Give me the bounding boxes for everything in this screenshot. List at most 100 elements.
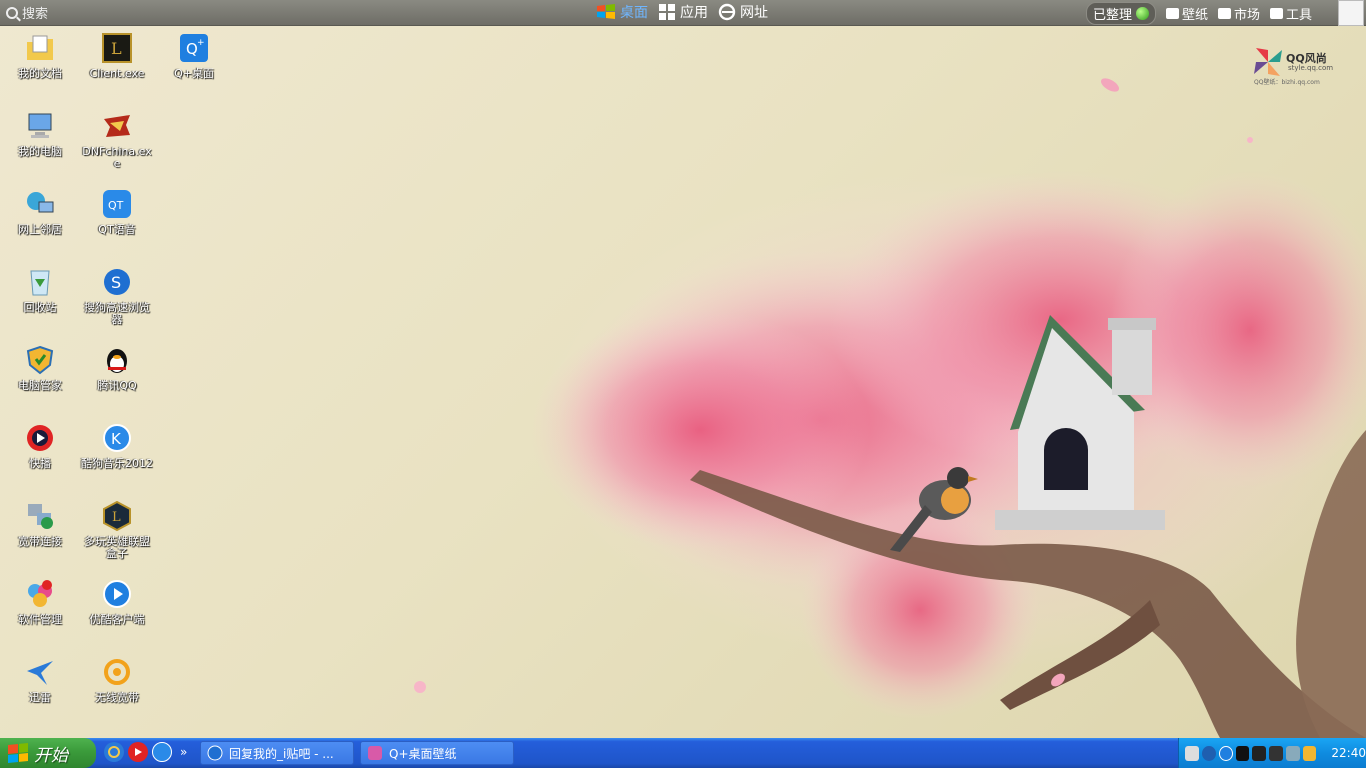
taskbar-item-browser[interactable]: 回复我的_i贴吧 - ...: [200, 741, 354, 765]
desktop-icon-thunder[interactable]: 迅雷: [0, 654, 80, 732]
desktop-icon-youku[interactable]: 优酷客户端: [77, 576, 157, 654]
desktop-icon-qq[interactable]: 腾讯QQ: [77, 342, 157, 420]
desktop-icon-qt-voice[interactable]: QT QT语音: [77, 186, 157, 264]
svg-text:L: L: [111, 39, 122, 58]
qq-tray-icon-2[interactable]: [1252, 745, 1267, 761]
tab-apps[interactable]: 应用: [658, 2, 708, 22]
broadband-icon: [24, 500, 56, 532]
recycle-bin-icon: [24, 266, 56, 298]
svg-text:QT: QT: [108, 199, 124, 212]
desktop-icon-qvod[interactable]: 快播: [0, 420, 80, 498]
computer-icon: [24, 110, 56, 142]
task-label: 回复我的_i贴吧 - ...: [229, 746, 334, 761]
desktop-icon-label: 我的电脑: [18, 145, 62, 158]
desktop-icon-label: 腾讯QQ: [97, 379, 137, 392]
quick-launch: »: [104, 742, 187, 762]
qvod-quicklaunch-icon[interactable]: [128, 742, 148, 762]
wallpaper: [0, 0, 1366, 738]
documents-folder-icon: [24, 32, 56, 64]
status-dot-icon: [1136, 7, 1150, 20]
start-button[interactable]: 开始: [0, 738, 96, 768]
wireless-icon: [101, 656, 133, 688]
desktop-icons-col1: 我的文档 我的电脑 网上邻居 回收站 电脑管家 快播 宽带连接 软件管理 迅雷: [0, 30, 80, 732]
svg-text:S: S: [111, 273, 121, 292]
kugou-tray-icon[interactable]: [1218, 745, 1233, 761]
windows-icon: [597, 4, 615, 19]
desktop-icon-label: Client.exe: [89, 67, 145, 80]
logo-url: style.qq.com: [1288, 64, 1334, 72]
desktop-icon-qplus[interactable]: Q + Q+桌面: [154, 30, 234, 108]
desktop-icon-label: 回收站: [23, 301, 57, 314]
software-manager-icon: [24, 578, 56, 610]
start-label: 开始: [34, 745, 68, 766]
tools-label: 工具: [1286, 8, 1313, 23]
lol-client-icon: L: [101, 32, 133, 64]
desktop-icon-dnf[interactable]: DNFchina.exe: [77, 108, 157, 186]
wallpaper-button[interactable]: 壁纸: [1166, 4, 1208, 23]
qplus-wallpaper-icon: [368, 746, 382, 760]
desktop-icon-label: 搜狗高速浏览器: [84, 301, 150, 326]
bag-icon: [1218, 8, 1232, 19]
desktop-icon-pc-manager[interactable]: 电脑管家: [0, 342, 80, 420]
ie-quicklaunch-icon[interactable]: [104, 742, 124, 762]
qq-tray-icon-3[interactable]: [1269, 745, 1283, 761]
svg-text:K: K: [111, 430, 122, 448]
organize-toggle[interactable]: 已整理: [1086, 2, 1157, 25]
desktop-icon-software-manager[interactable]: 软件管理: [0, 576, 80, 654]
desktop-icon-wireless[interactable]: 无线宽带: [77, 654, 157, 732]
shirt-icon: [1166, 8, 1180, 19]
qt-quicklaunch-icon[interactable]: [152, 742, 172, 762]
lol-box-icon: L: [101, 500, 133, 532]
chevron-left-icon[interactable]: [1201, 745, 1216, 761]
thunder-bird-icon: [24, 656, 56, 688]
desktop-icon-label: Q+桌面: [174, 67, 214, 80]
chevron-right-icon[interactable]: »: [180, 745, 187, 759]
tab-websites[interactable]: 网址: [718, 2, 768, 22]
desktop-icon-label: 多玩英雄联盟盒子: [84, 535, 150, 560]
desktop-icon-kugou[interactable]: K 酷狗音乐2012: [77, 420, 157, 498]
avatar[interactable]: [1338, 0, 1364, 26]
qq-tray-icon[interactable]: [1235, 745, 1250, 761]
grid-icon: [659, 4, 675, 20]
taskbar-item-wallpaper[interactable]: Q+桌面壁纸: [360, 741, 514, 765]
desktop-icon-label: 优酷客户端: [89, 613, 145, 626]
desktop-icon-my-computer[interactable]: 我的电脑: [0, 108, 80, 186]
pinwheel-logo-icon: [1254, 48, 1282, 76]
desktop-icon-label: QT语音: [98, 223, 136, 236]
tab-websites-label: 网址: [740, 5, 768, 21]
desktop-icon-broadband[interactable]: 宽带连接: [0, 498, 80, 576]
desktop-icon-label: 电脑管家: [18, 379, 62, 392]
desktop-icon-label: 宽带连接: [18, 535, 62, 548]
shield-tray-icon[interactable]: [1302, 745, 1317, 761]
search-box[interactable]: 搜索: [6, 3, 48, 22]
qq-penguin-icon: [101, 344, 133, 376]
qt-voice-icon: QT: [101, 188, 133, 220]
search-icon: [6, 6, 18, 19]
view-tabs: 桌面 应用 网址: [596, 2, 768, 22]
tools-button[interactable]: 工具: [1270, 4, 1312, 23]
desktop-icon-lol-box[interactable]: L 多玩英雄联盟盒子: [77, 498, 157, 576]
right-tools: 已整理 壁纸 市场 工具: [1086, 2, 1312, 25]
shield-icon: [24, 344, 56, 376]
keyboard-icon[interactable]: [1185, 745, 1199, 761]
desktop-icons-col2: L Client.exe DNFchina.exe QT QT语音 S 搜狗高速…: [77, 30, 157, 732]
logo-sub: QQ壁纸：bizhi.qq.com: [1254, 79, 1320, 86]
task-label: Q+桌面壁纸: [389, 746, 457, 761]
desktop-icon-network[interactable]: 网上邻居: [0, 186, 80, 264]
desktop-icon-lol-client[interactable]: L Client.exe: [77, 30, 157, 108]
desktop-icon-label: 快播: [29, 457, 51, 470]
market-label: 市场: [1234, 8, 1261, 23]
desktop-icon-sogou[interactable]: S 搜狗高速浏览器: [77, 264, 157, 342]
desktop-icon-my-documents[interactable]: 我的文档: [0, 30, 80, 108]
network-tray-icon[interactable]: [1285, 745, 1300, 761]
market-button[interactable]: 市场: [1218, 4, 1260, 23]
qplus-icon: Q +: [178, 32, 210, 64]
desktop-icon-recycle-bin[interactable]: 回收站: [0, 264, 80, 342]
youku-icon: [101, 578, 133, 610]
toolbox-icon: [1270, 8, 1284, 19]
tab-desktop[interactable]: 桌面: [596, 2, 648, 22]
tab-desktop-label: 桌面: [620, 5, 648, 21]
desktop-icon-label: 无线宽带: [95, 691, 139, 704]
top-bar: 搜索 桌面 应用 网址 已整理 壁纸 市场 工具: [0, 0, 1366, 26]
desktop-icon-label: 软件管理: [18, 613, 62, 626]
